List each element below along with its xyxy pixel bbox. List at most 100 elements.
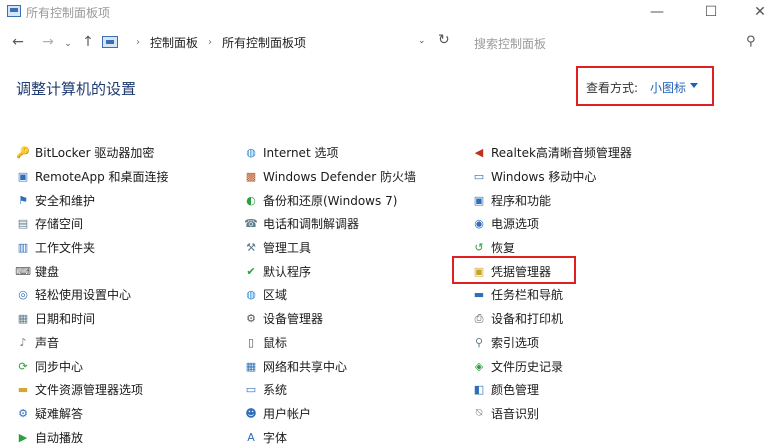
close-button[interactable]: ✕ xyxy=(737,0,773,24)
control-panel-item[interactable]: ▭ Windows 移动中心 xyxy=(472,165,632,189)
control-panel-item[interactable]: ▣ 程序和功能 xyxy=(472,188,632,212)
view-by-value[interactable]: 小图标 xyxy=(650,79,686,96)
control-panel-item[interactable]: ▩ Windows Defender 防火墙 xyxy=(244,165,416,189)
view-by-selector[interactable]: 查看方式: 小图标 xyxy=(576,66,714,106)
control-panel-item[interactable]: ⚙ 设备管理器 xyxy=(244,307,416,331)
recent-locations-chevron-icon[interactable]: ⌄ xyxy=(58,34,78,54)
control-panel-item-label[interactable]: Windows 移动中心 xyxy=(491,168,596,185)
control-panel-item-label[interactable]: 区域 xyxy=(263,286,287,303)
search-icon[interactable]: ⚲ xyxy=(746,34,756,49)
mouse-icon: ▯ xyxy=(247,335,255,349)
maximize-button[interactable]: ☐ xyxy=(688,0,734,24)
control-panel-item-label[interactable]: 恢复 xyxy=(491,239,515,256)
control-panel-item-label[interactable]: 设备和打印机 xyxy=(491,310,563,327)
control-panel-item[interactable]: ⟳ 同步中心 xyxy=(16,354,169,378)
control-panel-item-label[interactable]: 索引选项 xyxy=(491,334,539,351)
control-panel-item[interactable]: ▬ 文件资源管理器选项 xyxy=(16,378,169,402)
address-dropdown-chevron-icon[interactable]: ⌄ xyxy=(418,36,426,46)
speaker-icon: ♪ xyxy=(19,335,27,349)
control-panel-item-label[interactable]: 同步中心 xyxy=(35,358,83,375)
control-panel-item-label[interactable]: 鼠标 xyxy=(263,334,287,351)
breadcrumb-all-items[interactable]: 所有控制面板项 xyxy=(222,34,306,51)
control-panel-item[interactable]: ◎ 轻松使用设置中心 xyxy=(16,283,169,307)
control-panel-item-label[interactable]: Internet 选项 xyxy=(263,144,338,161)
control-panel-item-label[interactable]: 键盘 xyxy=(35,263,59,280)
control-panel-item-label[interactable]: 自动播放 xyxy=(35,429,83,446)
control-panel-item[interactable]: ▥ 工作文件夹 xyxy=(16,236,169,260)
control-panel-item[interactable]: ◐ 备份和还原(Windows 7) xyxy=(244,188,416,212)
control-panel-item[interactable]: ⚙ 疑难解答 xyxy=(16,402,169,426)
control-panel-item-label[interactable]: 程序和功能 xyxy=(491,192,551,209)
breadcrumb-separator[interactable]: › xyxy=(136,37,140,48)
control-panel-item-label[interactable]: 管理工具 xyxy=(263,239,311,256)
breadcrumb[interactable]: › 控制面板 › 所有控制面板项 xyxy=(102,32,306,52)
control-panel-item[interactable]: ◍ 区域 xyxy=(244,283,416,307)
control-panel-item-label[interactable]: 轻松使用设置中心 xyxy=(35,286,131,303)
control-panel-item[interactable]: ◀ Realtek高清晰音频管理器 xyxy=(472,141,632,165)
control-panel-item-label[interactable]: 备份和还原(Windows 7) xyxy=(263,192,397,209)
control-panel-item[interactable]: ▶ 自动播放 xyxy=(16,425,169,447)
forward-arrow-icon[interactable]: → xyxy=(38,32,58,52)
control-panel-item-label[interactable]: RemoteApp 和桌面连接 xyxy=(35,168,169,185)
control-panel-item-label[interactable]: 安全和维护 xyxy=(35,192,95,209)
control-panel-item-label[interactable]: Realtek高清晰音频管理器 xyxy=(491,144,632,161)
control-panel-item[interactable]: ◉ 电源选项 xyxy=(472,212,632,236)
control-panel-item[interactable]: ⎙ 设备和打印机 xyxy=(472,307,632,331)
breadcrumb-control-panel[interactable]: 控制面板 xyxy=(150,34,198,51)
control-panel-item[interactable]: ⚲ 索引选项 xyxy=(472,331,632,355)
control-panel-item[interactable]: 🔑 BitLocker 驱动器加密 xyxy=(16,141,169,165)
control-panel-item[interactable]: ⚑ 安全和维护 xyxy=(16,188,169,212)
control-panel-item-label[interactable]: 电源选项 xyxy=(491,215,539,232)
control-panel-item-label[interactable]: 声音 xyxy=(35,334,59,351)
control-panel-item-label[interactable]: 网络和共享中心 xyxy=(263,358,347,375)
control-panel-item-label[interactable]: 任务栏和导航 xyxy=(491,286,563,303)
control-panel-item[interactable]: ◧ 颜色管理 xyxy=(472,378,632,402)
control-panel-item-label[interactable]: 电话和调制解调器 xyxy=(263,215,359,232)
control-panel-item[interactable]: ▦ 网络和共享中心 xyxy=(244,354,416,378)
control-panel-item[interactable]: ▦ 日期和时间 xyxy=(16,307,169,331)
control-panel-item[interactable]: ✔ 默认程序 xyxy=(244,259,416,283)
control-panel-item-label[interactable]: 工作文件夹 xyxy=(35,239,95,256)
control-panel-item-label[interactable]: 存储空间 xyxy=(35,215,83,232)
control-panel-item-label[interactable]: 日期和时间 xyxy=(35,310,95,327)
folder-options-icon: ▬ xyxy=(17,383,29,397)
control-panel-crumb-icon xyxy=(102,36,118,48)
title-bar: 所有控制面板项 — ☐ ✕ xyxy=(0,0,773,24)
globe-icon: ◍ xyxy=(246,146,256,160)
control-panel-item-label[interactable]: 文件历史记录 xyxy=(491,358,563,375)
search-input[interactable]: 搜索控制面板 xyxy=(474,35,546,52)
breadcrumb-separator[interactable]: › xyxy=(208,37,212,48)
control-panel-item[interactable]: ◈ 文件历史记录 xyxy=(472,354,632,378)
control-panel-item[interactable]: ♪ 声音 xyxy=(16,331,169,355)
view-by-chevron-down-icon[interactable] xyxy=(690,83,698,88)
control-panel-item[interactable]: ⚒ 管理工具 xyxy=(244,236,416,260)
back-arrow-icon[interactable]: ← xyxy=(8,32,28,52)
control-panel-item[interactable]: ▤ 存储空间 xyxy=(16,212,169,236)
control-panel-item-label[interactable]: 文件资源管理器选项 xyxy=(35,381,143,398)
search-box[interactable]: 搜索控制面板 ⚲ xyxy=(468,32,768,52)
control-panel-item[interactable]: ◍ Internet 选项 xyxy=(244,141,416,165)
backup-icon: ◐ xyxy=(246,193,256,207)
control-panel-item-label[interactable]: 系统 xyxy=(263,381,287,398)
minimize-button[interactable]: — xyxy=(634,0,680,24)
control-panel-item[interactable]: ⍉ 语音识别 xyxy=(472,402,632,426)
control-panel-item-label[interactable]: 字体 xyxy=(263,429,287,446)
control-panel-item-label[interactable]: BitLocker 驱动器加密 xyxy=(35,144,154,161)
control-panel-item-label[interactable]: 设备管理器 xyxy=(263,310,323,327)
control-panel-item[interactable]: ▯ 鼠标 xyxy=(244,331,416,355)
up-arrow-icon[interactable]: ↑ xyxy=(78,32,98,52)
control-panel-item[interactable]: ▭ 系统 xyxy=(244,378,416,402)
control-panel-item[interactable]: ▬ 任务栏和导航 xyxy=(472,283,632,307)
control-panel-item-label[interactable]: 用户帐户 xyxy=(263,405,311,422)
control-panel-item[interactable]: ▣ RemoteApp 和桌面连接 xyxy=(16,165,169,189)
control-panel-item[interactable]: ☻ 用户帐户 xyxy=(244,402,416,426)
control-panel-item-label[interactable]: Windows Defender 防火墙 xyxy=(263,168,416,185)
control-panel-item-label[interactable]: 默认程序 xyxy=(263,263,311,280)
control-panel-item-label[interactable]: 语音识别 xyxy=(491,405,539,422)
control-panel-item[interactable]: ☎ 电话和调制解调器 xyxy=(244,212,416,236)
control-panel-item-label[interactable]: 疑难解答 xyxy=(35,405,83,422)
control-panel-item[interactable]: A 字体 xyxy=(244,425,416,447)
control-panel-item-label[interactable]: 颜色管理 xyxy=(491,381,539,398)
control-panel-item[interactable]: ⌨ 键盘 xyxy=(15,259,169,283)
refresh-icon[interactable]: ↻ xyxy=(438,32,450,48)
